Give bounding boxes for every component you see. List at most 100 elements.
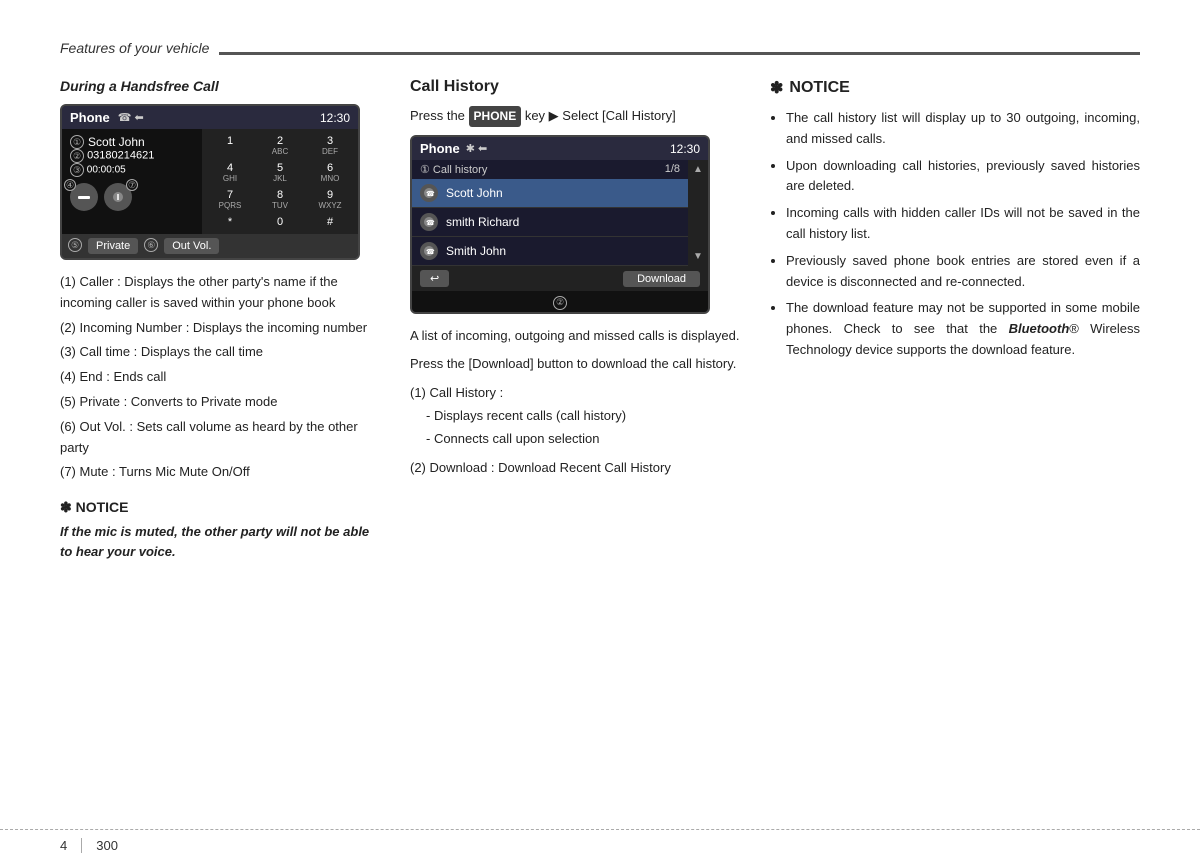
- footer-separator: [81, 838, 82, 853]
- phone-icon-2: ☎: [423, 216, 435, 228]
- phone-screen-header: Phone ☎ ⬅ 12:30: [62, 106, 358, 129]
- call-icon-2: ☎: [420, 213, 438, 231]
- left-section-title: During a Handsfree Call: [60, 78, 380, 94]
- mute-icon: [111, 190, 125, 204]
- list-item-6: (6) Out Vol. : Sets call volume as heard…: [60, 417, 380, 459]
- caller-name-text: Scott John: [88, 135, 145, 149]
- call-history-screen: Phone ✱ ⬅ 12:30 ① Call history 1/8 ☎: [410, 135, 710, 314]
- key-hash[interactable]: #: [306, 214, 354, 230]
- key-7[interactable]: 7PQRS: [206, 187, 254, 212]
- key-2[interactable]: 2ABC: [256, 133, 304, 158]
- download-button[interactable]: Download: [623, 271, 700, 287]
- key-0[interactable]: 0: [256, 214, 304, 230]
- content-area: During a Handsfree Call Phone ☎ ⬅ 12:30 …: [60, 78, 1140, 561]
- back-button[interactable]: ↩: [420, 270, 449, 287]
- key-3[interactable]: 3DEF: [306, 133, 354, 158]
- circle-2: ②: [553, 296, 567, 310]
- phone-dial-panel: 1 2ABC 3DEF 4GHI 5JKL 6MNO 7PQRS 8TUV 9W…: [202, 129, 358, 234]
- key-star[interactable]: *: [206, 214, 254, 230]
- intro-paragraph: Press the PHONE key ▶ Select [Call Histo…: [410, 106, 740, 127]
- avatar: ④: [70, 183, 98, 211]
- call-screen-time: 12:30: [670, 142, 700, 156]
- phone-header-icons: ☎ ⬅: [118, 111, 144, 124]
- middle-sublist: (1) Call History : - Displays recent cal…: [410, 383, 740, 478]
- list-item-4: (4) End : Ends call: [60, 367, 380, 388]
- call-list-container: ① Call history 1/8 ☎ Scott John ☎: [412, 160, 688, 266]
- right-notice-asterisk: ✽: [770, 78, 783, 98]
- call-item-2[interactable]: ☎ smith Richard: [412, 208, 688, 237]
- phone-icon-1: ☎: [423, 187, 435, 199]
- caller-info: ① Scott John ② 03180214621 ③ 00:00:05: [70, 135, 194, 177]
- mute-avatar: ⑦: [104, 183, 132, 211]
- call-icon-1: ☎: [420, 184, 438, 202]
- caller-number-text: 03180214621: [87, 150, 154, 162]
- sublist-item-2: (2) Download : Download Recent Call Hist…: [410, 458, 740, 479]
- list-item-2: (2) Incoming Number : Displays the incom…: [60, 318, 380, 339]
- key-1[interactable]: 1: [206, 133, 254, 158]
- key-5[interactable]: 5JKL: [256, 160, 304, 185]
- notice-bullet-list: The call history list will display up to…: [770, 108, 1140, 361]
- call-item-3[interactable]: ☎ Smith John: [412, 237, 688, 266]
- middle-section-title: Call History: [410, 78, 740, 96]
- call-screen-footer: ↩ Download: [412, 266, 708, 291]
- notice-bullet-4: Previously saved phone book entries are …: [786, 251, 1140, 293]
- middle-column: Call History Press the PHONE key ▶ Selec…: [410, 78, 740, 561]
- pagination: 1/8: [665, 163, 680, 176]
- call-screen-icons: ✱ ⬅: [466, 142, 488, 155]
- list-description-1: A list of incoming, outgoing and missed …: [410, 326, 740, 347]
- key-6[interactable]: 6MNO: [306, 160, 354, 185]
- key-9[interactable]: 9WXYZ: [306, 187, 354, 212]
- page-header: Features of your vehicle: [60, 40, 1140, 58]
- key-8[interactable]: 8TUV: [256, 187, 304, 212]
- phone-time: 12:30: [320, 111, 350, 125]
- scrollbar[interactable]: ▲ ▼: [688, 160, 708, 266]
- left-notice: ✽ NOTICE If the mic is muted, the other …: [60, 499, 380, 561]
- caller-name-row: ① Scott John: [70, 135, 194, 149]
- scroll-up-icon[interactable]: ▲: [690, 164, 706, 175]
- avatar-area: ④ ⑦: [70, 183, 194, 211]
- private-badge: ⑤: [68, 238, 82, 252]
- right-notice-header-row: ✽ NOTICE: [770, 78, 1140, 98]
- page-header-title: Features of your vehicle: [60, 40, 209, 58]
- list-item-7: (7) Mute : Turns Mic Mute On/Off: [60, 462, 380, 483]
- feature-list: (1) Caller : Displays the other party's …: [60, 272, 380, 483]
- footer-page: 300: [96, 838, 118, 853]
- call-history-label: ① Call history: [420, 163, 487, 176]
- key-4[interactable]: 4GHI: [206, 160, 254, 185]
- notice-bullet-2: Upon downloading call histories, previou…: [786, 156, 1140, 198]
- notice-bullet-3: Incoming calls with hidden caller IDs wi…: [786, 203, 1140, 245]
- sublist-item-1-b: - Connects call upon selection: [426, 429, 740, 450]
- notice-bullet-5: The download feature may not be supporte…: [786, 298, 1140, 360]
- phone-icon-3: ☎: [423, 245, 435, 257]
- call-time-row: ③ 00:00:05: [70, 163, 194, 177]
- svg-text:☎: ☎: [426, 248, 435, 256]
- call-item-1[interactable]: ☎ Scott John: [412, 179, 688, 208]
- call-name-3: Smith John: [446, 244, 506, 258]
- list-item-1: (1) Caller : Displays the other party's …: [60, 272, 380, 314]
- svg-text:☎: ☎: [426, 219, 435, 227]
- page-footer: 4 300: [0, 829, 1200, 861]
- left-column: During a Handsfree Call Phone ☎ ⬅ 12:30 …: [60, 78, 380, 561]
- phone-title: Phone: [70, 110, 110, 125]
- call-name-2: smith Richard: [446, 215, 519, 229]
- notice-bullet-1: The call history list will display up to…: [786, 108, 1140, 150]
- private-button[interactable]: Private: [88, 238, 138, 254]
- end-badge: ④: [64, 179, 76, 191]
- number-badge: ②: [70, 149, 84, 163]
- phone-bottom-bar: ⑤ Private ⑥ Out Vol.: [62, 234, 358, 258]
- call-screen-phone-title: Phone: [420, 141, 460, 156]
- sublist-item-1-a: - Displays recent calls (call history): [426, 406, 740, 427]
- header-divider: [219, 52, 1140, 55]
- call-screen-body: ① Call history 1/8 ☎ Scott John ☎: [412, 160, 708, 266]
- call-list-header: ① Call history 1/8: [412, 160, 688, 179]
- end-icon: [76, 189, 92, 205]
- phone-screen-1: Phone ☎ ⬅ 12:30 ① Scott John ②: [60, 104, 360, 260]
- time-badge: ③: [70, 163, 84, 177]
- scroll-down-icon[interactable]: ▼: [690, 251, 706, 262]
- circle2-badge: ②: [412, 291, 708, 312]
- call-screen-header: Phone ✱ ⬅ 12:30: [412, 137, 708, 160]
- right-notice-title: NOTICE: [789, 79, 849, 97]
- mute-badge: ⑦: [126, 179, 138, 191]
- outvol-button[interactable]: Out Vol.: [164, 238, 219, 254]
- caller-num-badge: ①: [70, 135, 84, 149]
